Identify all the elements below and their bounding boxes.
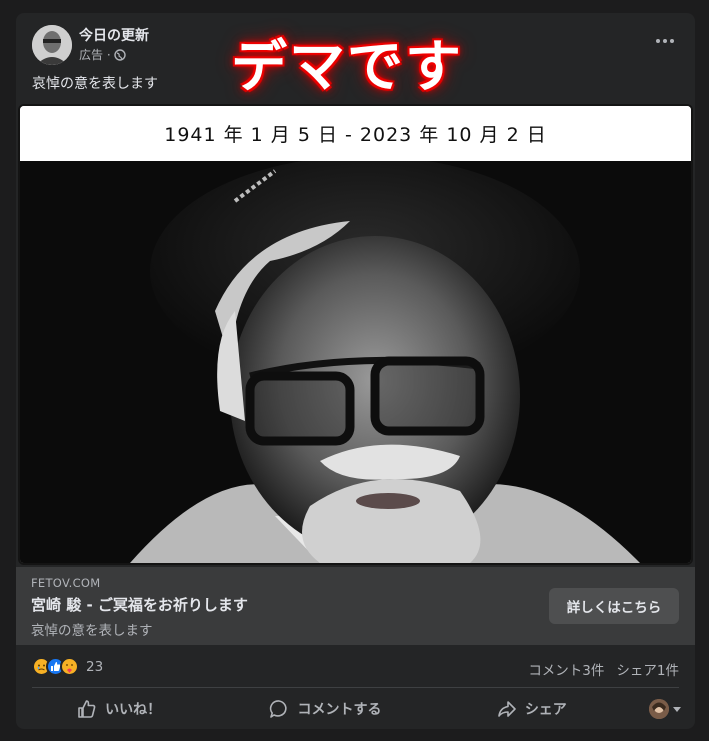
post-stats: 23 コメント3件 シェア1件 xyxy=(16,645,695,687)
globe-icon xyxy=(113,48,126,61)
page-avatar[interactable] xyxy=(32,25,72,65)
sponsored-line: 広告 · xyxy=(79,46,126,63)
user-avatar xyxy=(648,699,669,719)
share-button[interactable]: シェア xyxy=(429,689,635,729)
divider xyxy=(32,687,679,688)
learn-more-button[interactable]: 詳しくはこちら xyxy=(549,588,679,624)
reaction-count: 23 xyxy=(86,658,104,675)
share-label: シェア xyxy=(524,702,567,718)
portrait-photo xyxy=(20,161,691,563)
share-arrow-icon xyxy=(497,699,517,719)
page-name[interactable]: 今日の更新 xyxy=(79,25,149,45)
link-domain: FETOV.COM xyxy=(31,576,101,590)
more-options-button[interactable] xyxy=(653,31,677,51)
comment-bubble-icon xyxy=(269,699,289,719)
post-image[interactable]: 1941 年 1 月 5 日 - 2023 年 10 月 2 日 xyxy=(18,104,693,565)
post-card: 今日の更新 広告 · 哀悼の意を表します デマです 1941 年 1 月 5 日… xyxy=(16,13,695,729)
action-bar: いいね！ コメントする シェア xyxy=(16,689,695,729)
link-title[interactable]: 宮崎 駿 - ご冥福をお祈りします xyxy=(31,594,248,615)
comment-button[interactable]: コメントする xyxy=(222,689,428,729)
share-count[interactable]: シェア1件 xyxy=(616,659,679,679)
like-button[interactable]: いいね！ xyxy=(16,689,222,729)
sponsored-label: 広告 · xyxy=(79,48,111,62)
care-reaction-icon xyxy=(60,657,79,676)
link-preview[interactable]: FETOV.COM 宮崎 駿 - ご冥福をお祈りします 哀悼の意を表します 詳し… xyxy=(16,567,695,645)
link-subtitle: 哀悼の意を表します xyxy=(31,623,153,639)
reactions-summary[interactable]: 23 xyxy=(32,657,103,676)
thumbs-up-icon xyxy=(77,699,97,719)
overlay-annotation: デマです xyxy=(231,35,463,100)
date-range: 1941 年 1 月 5 日 - 2023 年 10 月 2 日 xyxy=(20,106,691,161)
comment-label: コメントする xyxy=(297,702,382,718)
engagement-counts: コメント3件 シェア1件 xyxy=(528,659,679,679)
chevron-down-icon xyxy=(672,706,681,712)
comment-count[interactable]: コメント3件 xyxy=(528,659,604,679)
post-caption: 哀悼の意を表します xyxy=(32,76,158,92)
more-icon xyxy=(656,39,660,43)
audience-selector[interactable] xyxy=(635,699,695,719)
like-label: いいね！ xyxy=(105,702,162,718)
